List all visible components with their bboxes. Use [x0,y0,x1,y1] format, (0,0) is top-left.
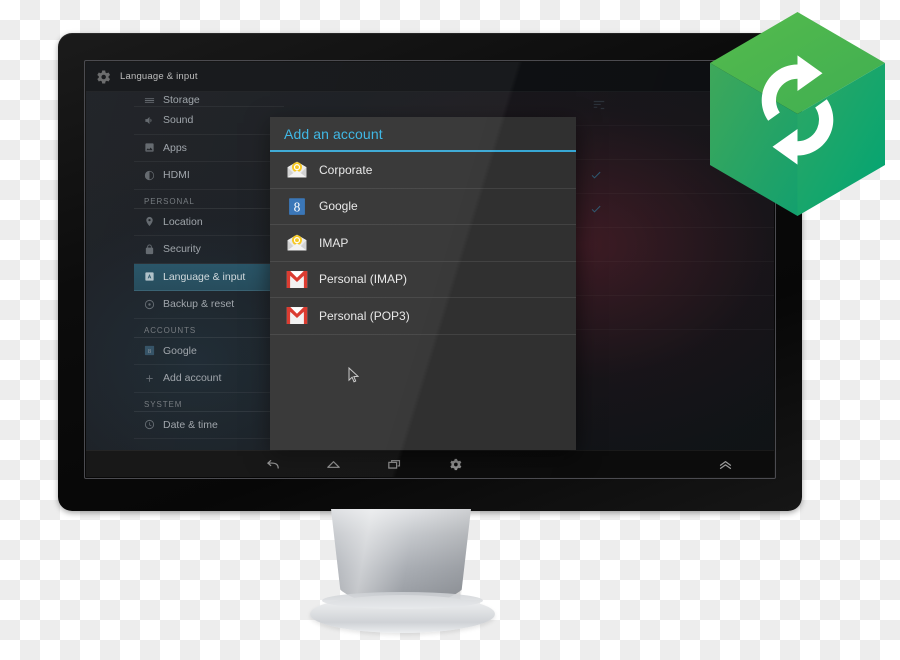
gmail-icon [286,270,308,288]
location-icon [146,217,153,227]
sidebar-item-security[interactable]: Security [134,236,284,264]
sidebar-item-add-account[interactable]: Add account [134,365,284,393]
sidebar-item-backup-and-reset[interactable]: Backup & reset [134,291,284,319]
sidebar-item-hdmi[interactable]: HDMI [134,162,284,190]
plus-icon [146,375,153,382]
monitor-screen: Language & input Storage Sound Apps HDMI… [86,62,774,477]
account-type-label: IMAP [319,235,349,250]
system-title-bar: Language & input [86,62,774,92]
sidebar-item-storage[interactable]: Storage [134,92,284,107]
apps-icon [145,143,154,152]
monitor-stand-base-top [322,592,483,609]
sidebar-item-date-and-time[interactable]: Date & time [134,412,284,439]
google-g-icon: 8 [289,197,305,215]
sidebar-item-language-and-input[interactable]: Language & input [134,263,284,291]
account-type-corporate[interactable]: Corporate [270,152,576,189]
sidebar-item-apps[interactable]: Apps [134,135,284,162]
sidebar-item-label: HDMI [163,169,190,182]
add-account-dialog[interactable]: Add an account Corporate 8 Google IMAP P… [270,117,576,450]
language-icon [145,272,154,281]
imap-mail-icon [287,234,307,251]
sidebar-item-sound[interactable]: Sound [134,107,284,135]
gear-icon [97,70,111,83]
sidebar-item-label: Add account [163,372,222,385]
monitor-frame: Language & input Storage Sound Apps HDMI… [58,33,802,511]
account-type-personal-pop3[interactable]: Personal (POP3) [270,298,576,335]
hdmi-icon [144,170,155,180]
settings-sidebar[interactable]: Storage Sound Apps HDMI PERSONAL Locatio… [134,92,284,450]
sidebar-item-label: Backup & reset [163,298,235,311]
mouse-pointer [348,367,359,383]
account-type-personal-imap[interactable]: Personal (IMAP) [270,262,576,298]
expand-up-icon[interactable] [717,456,734,473]
sidebar-item-label: Language & input [163,270,246,283]
account-type-google[interactable]: 8 Google [270,189,576,225]
sidebar-item-label: Google [163,344,197,357]
settings-icon[interactable] [447,456,464,473]
backup-icon [144,299,155,309]
check-icon [591,171,601,179]
svg-text:8: 8 [294,199,301,214]
account-type-label: Google [319,199,358,214]
sidebar-item-label: Storage [163,94,200,106]
sidebar-item-label: Date & time [163,418,218,431]
svg-text:8: 8 [148,348,151,355]
sidebar-item-location[interactable]: Location [134,209,284,236]
sidebar-section-accounts: ACCOUNTS [134,319,284,338]
account-type-label: Personal (POP3) [319,308,410,323]
tune-icon [593,100,605,110]
sync-cube-logo [710,12,885,216]
sidebar-item-label: Security [163,243,201,256]
gmail-icon [286,307,308,325]
sidebar-item-google[interactable]: 8 Google [134,338,284,365]
dialog-title: Add an account [270,117,576,150]
check-icon [591,205,601,213]
sidebar-item-label: Sound [163,114,194,127]
sound-icon [145,116,152,124]
system-title: Language & input [120,71,198,82]
sidebar-item-label: Location [163,215,203,228]
canvas: Language & input Storage Sound Apps HDMI… [0,0,900,660]
android-navigation-bar[interactable] [86,450,774,477]
sidebar-section-personal: PERSONAL [134,190,284,209]
sidebar-section-system: SYSTEM [134,393,284,412]
corporate-mail-icon [287,161,307,178]
lock-icon [145,244,154,254]
recents-icon[interactable] [386,456,403,473]
account-type-imap[interactable]: IMAP [270,225,576,262]
google-icon: 8 [144,346,155,356]
storage-icon [144,98,155,103]
sidebar-item-label: Apps [163,141,187,154]
home-icon[interactable] [325,456,342,473]
account-type-label: Personal (IMAP) [319,272,408,287]
back-icon[interactable] [264,456,281,473]
account-type-label: Corporate [319,162,373,177]
clock-icon [144,420,155,430]
nav-button-group [264,456,464,473]
